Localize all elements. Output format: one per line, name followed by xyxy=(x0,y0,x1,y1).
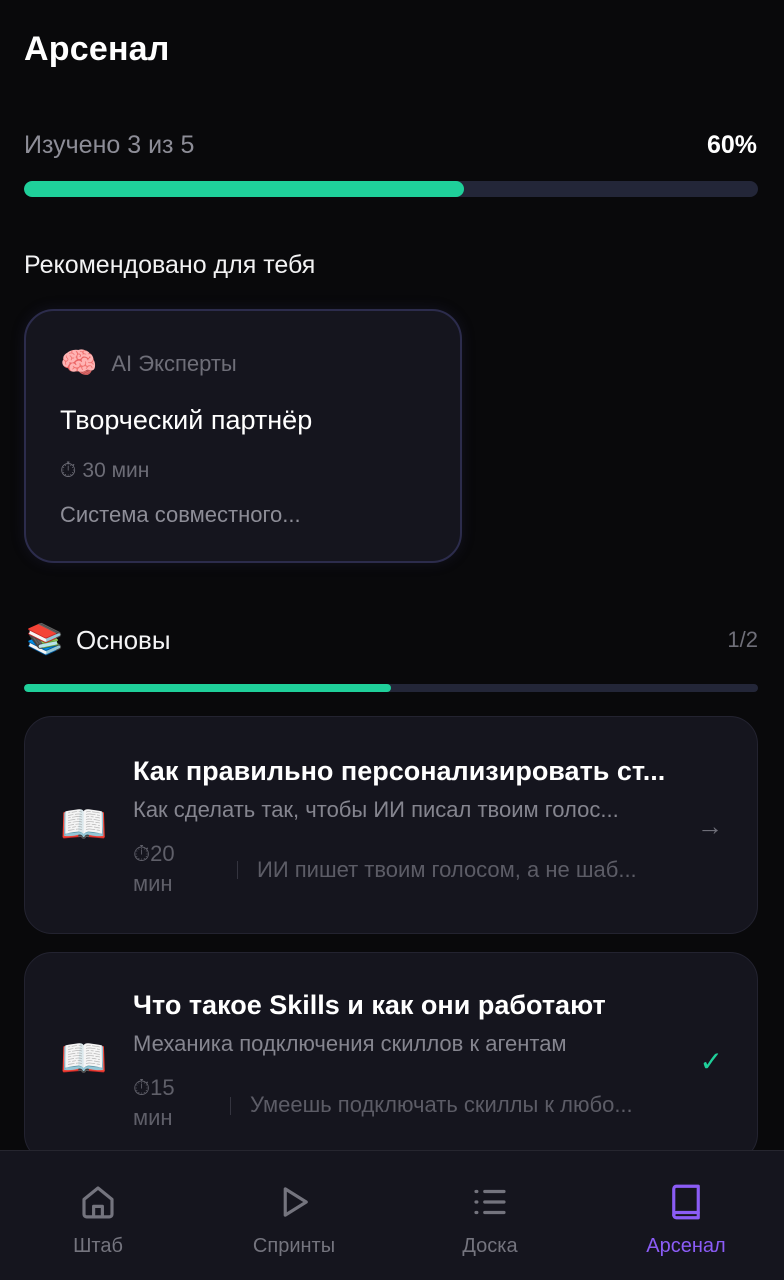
timer-icon: ⏱ xyxy=(133,1075,151,1100)
nav-item-arsenal[interactable]: Арсенал xyxy=(588,1151,784,1280)
nav-label: Штаб xyxy=(73,1235,123,1257)
brain-icon: 🧠 xyxy=(60,347,98,380)
lesson-title: Что такое Skills и как они работают xyxy=(133,990,606,1020)
list-icon xyxy=(474,1189,506,1215)
arrow-right-icon[interactable]: → xyxy=(697,811,723,842)
timer-icon: ⏱ xyxy=(133,841,151,866)
books-icon: 📚 xyxy=(26,623,64,656)
group-name: Основы xyxy=(76,625,171,655)
lesson-subtitle: Как сделать так, чтобы ИИ писал твоим го… xyxy=(133,797,619,822)
progress-percent: 60% xyxy=(706,131,757,159)
group-progress-fill xyxy=(24,684,391,692)
nav-label: Доска xyxy=(462,1235,518,1257)
separator xyxy=(230,1097,231,1115)
duration-label: 30 мин xyxy=(82,459,150,482)
lesson-subtitle: Механика подключения скиллов к агентам xyxy=(133,1031,567,1056)
nav-item-sprints[interactable]: Спринты xyxy=(196,1151,392,1280)
overall-progress-fill xyxy=(24,181,465,197)
recommended-description: Система совместного... xyxy=(60,502,301,527)
book-icon: 📖 xyxy=(60,1038,108,1080)
recommended-section-title: Рекомендовано для тебя xyxy=(24,251,316,279)
lesson-duration: ⏱20 мин xyxy=(133,839,203,899)
overall-progress-bar xyxy=(24,181,758,197)
category-label: AI Эксперты xyxy=(111,351,237,376)
nav-label: Арсенал xyxy=(646,1235,726,1257)
progress-label: Изучено 3 из 5 xyxy=(24,131,195,159)
home-icon xyxy=(82,1186,114,1219)
lesson-title: Как правильно персонализировать ст... xyxy=(133,756,666,786)
lesson-duration: ⏱15 мин xyxy=(133,1073,203,1133)
separator xyxy=(237,861,238,879)
check-icon: ✓ xyxy=(699,1046,723,1077)
nav-label: Спринты xyxy=(252,1235,336,1257)
book-icon: 📖 xyxy=(60,804,108,846)
bottom-nav: Штаб Спринты Доска Арсенал xyxy=(0,1150,784,1280)
nav-item-board[interactable]: Доска xyxy=(392,1151,588,1280)
page-title: Арсенал xyxy=(24,30,170,68)
lesson-card[interactable]: 📖 Что такое Skills и как они работают Ме… xyxy=(24,952,758,1162)
lesson-card[interactable]: 📖 Как правильно персонализировать ст... … xyxy=(24,716,758,934)
group-progress-bar xyxy=(24,684,758,692)
recommended-duration: ⏱ 30 мин xyxy=(60,459,149,483)
recommended-title: Творческий партнёр xyxy=(60,405,313,435)
nav-item-shtab[interactable]: Штаб xyxy=(0,1151,196,1280)
recommended-card[interactable]: 🧠 AI Эксперты Творческий партнёр ⏱ 30 ми… xyxy=(24,309,462,563)
play-icon xyxy=(283,1187,308,1217)
group-count: 1/2 xyxy=(727,627,758,652)
lesson-note: Умеешь подключать скиллы к любо... xyxy=(250,1092,633,1117)
group-header[interactable]: 📚 Основы 1/2 xyxy=(24,620,758,664)
timer-icon: ⏱ xyxy=(60,459,77,482)
book-icon xyxy=(672,1184,700,1220)
recommended-category: 🧠 AI Эксперты xyxy=(60,349,237,379)
lesson-note: ИИ пишет твоим голосом, а не шаб... xyxy=(257,857,637,882)
